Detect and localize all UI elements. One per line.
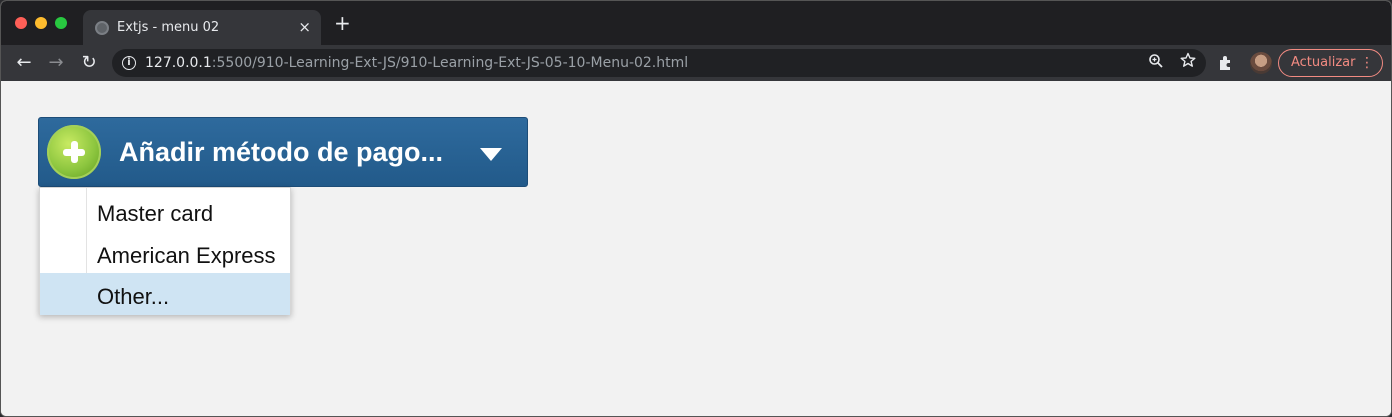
zoom-window-button[interactable] bbox=[55, 17, 67, 29]
menu-item-label: American Express bbox=[97, 243, 276, 268]
url-path: :5500/910-Learning-Ext-JS/910-Learning-E… bbox=[211, 55, 689, 71]
menu-item-other[interactable]: Other... bbox=[40, 273, 290, 315]
payment-menu: Master card American Express Other... bbox=[39, 187, 291, 315]
add-plus-icon bbox=[47, 125, 101, 179]
menu-item-label: Master card bbox=[97, 201, 214, 226]
info-icon[interactable]: i bbox=[122, 56, 136, 70]
globe-icon bbox=[95, 21, 109, 35]
url-text[interactable]: 127.0.0.1:5500/910-Learning-Ext-JS/910-L… bbox=[145, 55, 688, 71]
menu-item-american-express[interactable]: American Express bbox=[40, 232, 290, 274]
forward-icon[interactable]: → bbox=[45, 52, 67, 74]
browser-window: Extjs - menu 02 × + ← → ↻ i 127.0.0.1:55… bbox=[0, 0, 1392, 417]
browser-toolbar: ← → ↻ i 127.0.0.1:5500/910-Learning-Ext-… bbox=[1, 45, 1391, 81]
dropdown-arrow-icon[interactable] bbox=[480, 148, 502, 161]
minimize-window-button[interactable] bbox=[35, 17, 47, 29]
back-icon[interactable]: ← bbox=[13, 52, 35, 74]
tab-active[interactable]: Extjs - menu 02 × bbox=[83, 10, 321, 45]
new-tab-icon[interactable]: + bbox=[334, 13, 351, 33]
tab-strip: Extjs - menu 02 × + bbox=[1, 1, 1391, 45]
add-payment-method-split-button[interactable]: Añadir método de pago... bbox=[38, 117, 528, 187]
menu-item-label: Other... bbox=[97, 284, 170, 309]
split-button-label: Añadir método de pago... bbox=[119, 137, 444, 167]
menu-item-master-card[interactable]: Master card bbox=[40, 190, 290, 232]
update-button[interactable]: Actualizar ⋮ bbox=[1278, 49, 1383, 77]
page-content: Añadir método de pago... Master card Ame… bbox=[1, 81, 1391, 416]
url-host: 127.0.0.1 bbox=[145, 55, 212, 71]
close-window-button[interactable] bbox=[15, 17, 27, 29]
zoom-icon[interactable] bbox=[1148, 53, 1164, 73]
update-button-label: Actualizar bbox=[1291, 55, 1356, 70]
tab-title: Extjs - menu 02 bbox=[117, 20, 220, 35]
more-menu-icon[interactable]: ⋮ bbox=[1360, 50, 1374, 76]
address-bar[interactable]: i 127.0.0.1:5500/910-Learning-Ext-JS/910… bbox=[112, 49, 1206, 77]
extensions-puzzle-icon[interactable] bbox=[1217, 54, 1235, 72]
profile-avatar[interactable] bbox=[1250, 52, 1272, 74]
tab-close-icon[interactable]: × bbox=[298, 18, 311, 36]
reload-icon[interactable]: ↻ bbox=[78, 52, 100, 74]
bookmark-star-icon[interactable] bbox=[1180, 52, 1196, 73]
